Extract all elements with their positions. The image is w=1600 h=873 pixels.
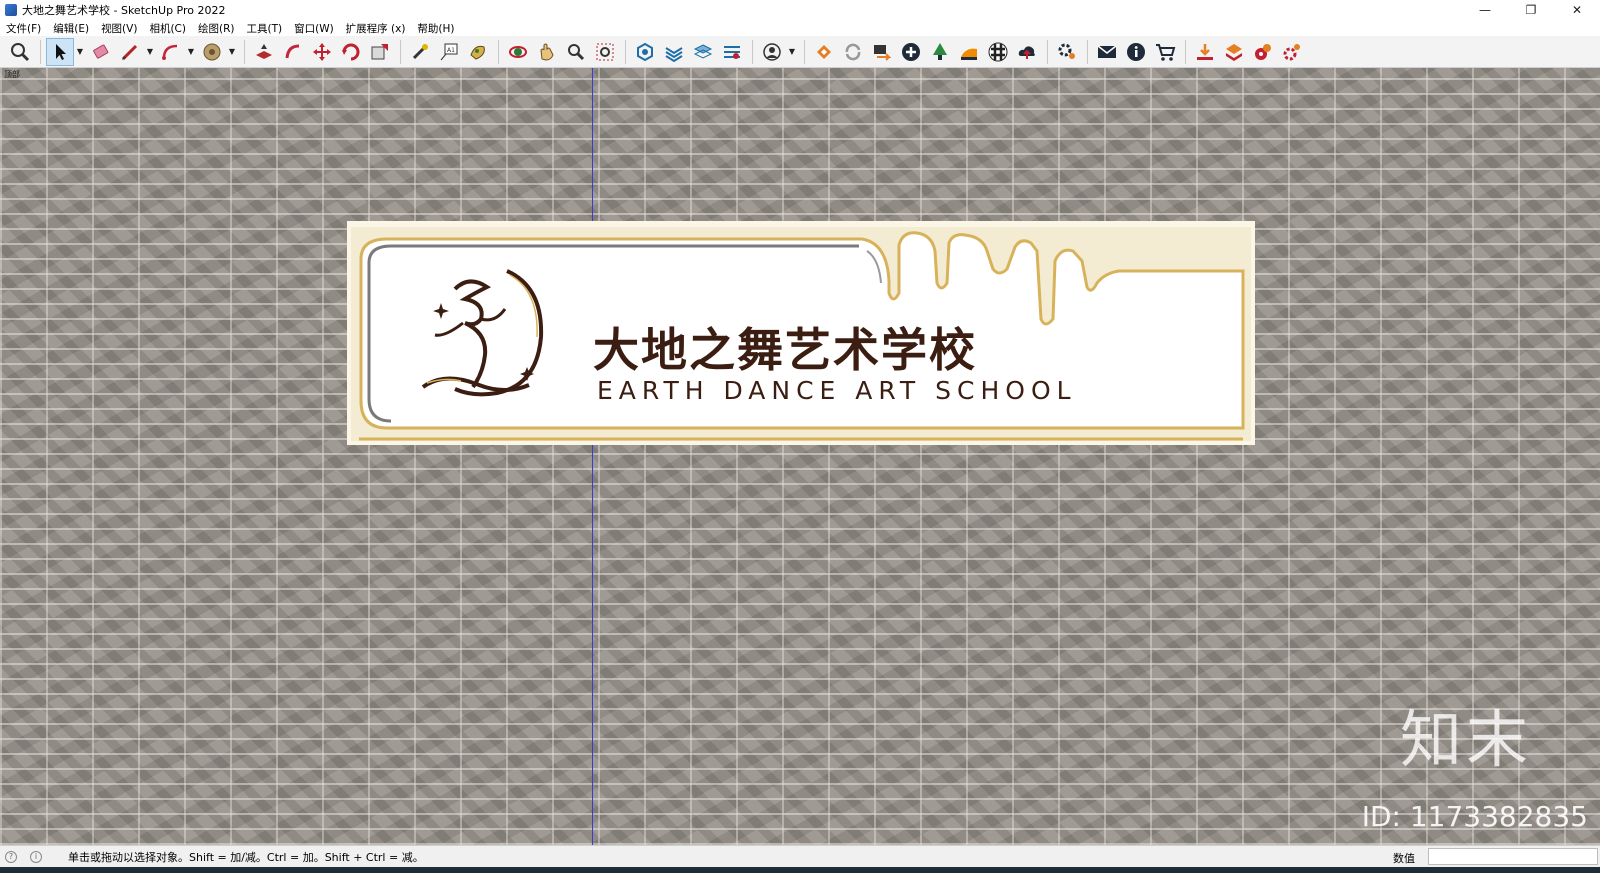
refresh-icon[interactable] xyxy=(839,38,867,66)
title-bar: 大地之舞艺术学校 - SketchUp Pro 2022 — ❐ ✕ xyxy=(0,0,1600,20)
cart-icon[interactable] xyxy=(1151,38,1179,66)
cloud-upload-icon[interactable] xyxy=(1013,38,1041,66)
pencil-dropdown-icon[interactable]: ▼ xyxy=(145,38,155,66)
menu-file[interactable]: 文件(F) xyxy=(0,21,47,36)
svg-text:A1: A1 xyxy=(447,47,455,54)
measurements-label: 数值 xyxy=(1393,852,1415,865)
credits-icon[interactable]: i xyxy=(30,850,42,863)
materials-icon[interactable] xyxy=(660,38,688,66)
status-message: 单击或拖动以选择对象。Shift = 加/减。Ctrl = 加。Shift + … xyxy=(68,850,424,864)
zoom-extents-icon[interactable] xyxy=(6,38,34,66)
rotate-icon[interactable] xyxy=(337,38,365,66)
move-icon[interactable] xyxy=(308,38,336,66)
mail-icon[interactable] xyxy=(1093,38,1121,66)
profile-icon[interactable] xyxy=(758,38,786,66)
toolbar-separator xyxy=(1047,39,1048,64)
school-name-chinese: 大地之舞艺术学校 xyxy=(593,323,977,377)
select-dropdown-icon[interactable]: ▼ xyxy=(75,38,85,66)
profile-dropdown-icon[interactable]: ▼ xyxy=(787,38,797,66)
eraser-icon[interactable] xyxy=(87,38,115,66)
arc-icon[interactable] xyxy=(157,38,185,66)
toolbar-separator xyxy=(625,39,626,64)
layers-icon[interactable] xyxy=(689,38,717,66)
zoom-icon[interactable] xyxy=(562,38,590,66)
send-to-layout-icon[interactable] xyxy=(868,38,896,66)
menu-bar: 文件(F) 编辑(E) 视图(V) 相机(C) 绘图(R) 工具(T) 窗口(W… xyxy=(0,20,1600,36)
watermark-id: ID: 1173382835 xyxy=(1361,800,1588,833)
arc-dropdown-icon[interactable]: ▼ xyxy=(186,38,196,66)
orbit-icon[interactable] xyxy=(504,38,532,66)
status-bar: ? i 单击或拖动以选择对象。Shift = 加/减。Ctrl = 加。Shif… xyxy=(0,845,1600,867)
paint-icon[interactable] xyxy=(464,38,492,66)
select-tool-icon[interactable] xyxy=(46,37,74,66)
toolbar-separator xyxy=(1087,39,1088,64)
sketchup-app-icon xyxy=(5,4,17,16)
school-name-english: EARTH DANCE ART SCHOOL xyxy=(597,376,1077,405)
menu-camera[interactable]: 相机(C) xyxy=(143,21,192,36)
add-icon[interactable] xyxy=(897,38,925,66)
stack-icon[interactable] xyxy=(1220,38,1248,66)
toolbar-separator xyxy=(400,39,401,64)
menu-edit[interactable]: 编辑(E) xyxy=(47,21,95,36)
scale-icon[interactable] xyxy=(366,38,394,66)
toolbar-separator xyxy=(804,39,805,64)
menu-extensions[interactable]: 扩展程序 (x) xyxy=(340,21,412,36)
dancer-logo-icon xyxy=(421,269,544,397)
toolbar-separator xyxy=(1185,39,1186,64)
settings-icon[interactable] xyxy=(1053,38,1081,66)
info-icon[interactable] xyxy=(1122,38,1150,66)
menu-tools[interactable]: 工具(T) xyxy=(240,21,288,36)
rocket-icon[interactable] xyxy=(1249,38,1277,66)
window-controls: — ❐ ✕ xyxy=(1462,0,1600,20)
styles-icon[interactable] xyxy=(718,38,746,66)
taskbar-strip xyxy=(0,867,1600,873)
menu-help[interactable]: 帮助(H) xyxy=(411,21,460,36)
tape-measure-icon[interactable] xyxy=(406,38,434,66)
menu-draw[interactable]: 绘图(R) xyxy=(192,21,241,36)
toolbar-separator xyxy=(244,39,245,64)
blue-axis-line xyxy=(592,68,593,845)
model-viewport[interactable]: 顶部 大地之舞艺术学校 EARTH DANCE ART SCHOOL 知末 ID… xyxy=(0,68,1600,845)
paint-bucket-icon[interactable] xyxy=(198,38,226,66)
geo-location-icon[interactable]: ? xyxy=(5,850,17,863)
toolbar-separator xyxy=(752,39,753,64)
maximize-button[interactable]: ❐ xyxy=(1508,0,1554,20)
pan-icon[interactable] xyxy=(533,38,561,66)
toolbar-separator xyxy=(40,39,41,64)
tree-icon[interactable] xyxy=(926,38,954,66)
toolbar-separator xyxy=(498,39,499,64)
minimize-button[interactable]: — xyxy=(1462,0,1508,20)
text-tool-icon[interactable]: A1 xyxy=(435,38,463,66)
warehouse-icon[interactable] xyxy=(810,38,838,66)
menu-view[interactable]: 视图(V) xyxy=(95,21,143,36)
school-sign[interactable]: 大地之舞艺术学校 EARTH DANCE ART SCHOOL xyxy=(347,221,1255,445)
zoom-window-icon[interactable] xyxy=(591,38,619,66)
checker-icon[interactable] xyxy=(984,38,1012,66)
pencil-icon[interactable] xyxy=(116,38,144,66)
components-icon[interactable] xyxy=(631,38,659,66)
gear-plus-icon[interactable] xyxy=(1278,38,1306,66)
main-toolbar: ▼ ▼ ▼ ▼ A1 ▼ xyxy=(0,36,1600,68)
window-title: 大地之舞艺术学校 - SketchUp Pro 2022 xyxy=(22,4,226,17)
scene-tab-label[interactable]: 顶部 xyxy=(4,69,20,80)
download-icon[interactable] xyxy=(1191,38,1219,66)
sandbox-icon[interactable] xyxy=(955,38,983,66)
close-button[interactable]: ✕ xyxy=(1554,0,1600,20)
paint-dropdown-icon[interactable]: ▼ xyxy=(227,38,237,66)
push-pull-icon[interactable] xyxy=(250,38,278,66)
follow-me-icon[interactable] xyxy=(279,38,307,66)
measurements-input[interactable] xyxy=(1428,848,1598,865)
menu-window[interactable]: 窗口(W) xyxy=(288,21,340,36)
watermark-logo: 知末 xyxy=(1399,703,1532,776)
